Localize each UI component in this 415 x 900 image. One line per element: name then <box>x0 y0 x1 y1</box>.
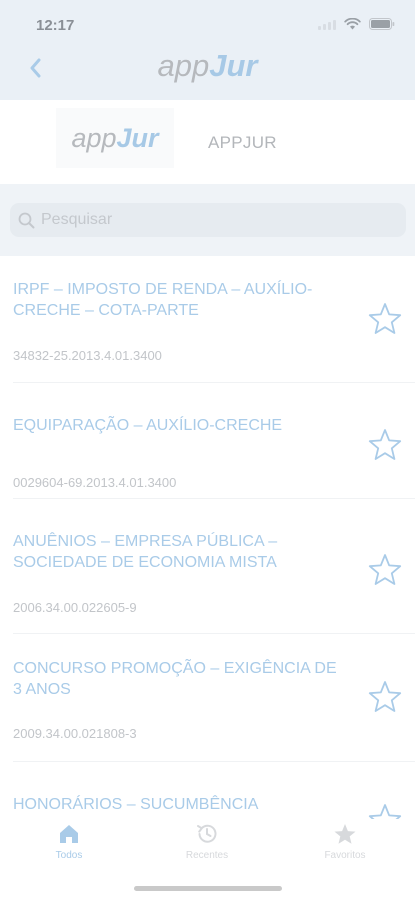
brand-logo: app Jur <box>56 108 174 168</box>
tab-recentes[interactable]: Recentes <box>138 819 276 869</box>
navigation-bar: app Jur <box>0 44 415 100</box>
search-input[interactable] <box>41 211 381 229</box>
item-title: ANUÊNIOS – EMPRESA PÚBLICA – SOCIEDADE D… <box>13 533 278 571</box>
tab-label: Recentes <box>185 850 229 861</box>
nav-logo: app Jur <box>0 48 415 84</box>
tab-favoritos[interactable]: Favoritos <box>276 819 414 869</box>
tab-todos[interactable]: Todos <box>0 819 138 869</box>
list-item[interactable]: HONORÁRIOS – SUCUMBÊNCIA <box>0 762 415 819</box>
star-icon[interactable] <box>367 427 403 463</box>
wifi-icon <box>344 18 361 30</box>
item-title: HONORÁRIOS – SUCUMBÊNCIA <box>13 796 259 813</box>
tab-label: Favoritos <box>324 850 366 861</box>
item-title: EQUIPARAÇÃO – AUXÍLIO-CRECHE <box>13 417 283 434</box>
star-icon[interactable] <box>367 301 403 337</box>
item-number: 2009.34.00.021808-3 <box>13 726 137 741</box>
star-icon[interactable] <box>367 679 403 715</box>
status-icons <box>318 18 395 30</box>
brand-logo-app-text: app <box>71 122 117 153</box>
item-number: 2006.34.00.022605-9 <box>13 600 137 615</box>
search-icon <box>18 212 35 228</box>
history-icon <box>197 824 217 843</box>
status-bar: 12:17 <box>0 0 415 44</box>
search-area <box>0 184 415 256</box>
list-item[interactable]: IRPF – IMPOSTO DE RENDA – AUXÍLIO-CRECHE… <box>0 256 415 383</box>
list-item[interactable]: EQUIPARAÇÃO – AUXÍLIO-CRECHE 0029604-69.… <box>0 383 415 499</box>
star-icon <box>334 824 356 844</box>
home-indicator <box>134 886 282 891</box>
logo-app-text: app <box>157 48 210 83</box>
item-number: 34832-25.2013.4.01.3400 <box>13 348 162 363</box>
status-time: 12:17 <box>36 17 75 34</box>
brand-label: APPJUR <box>208 133 277 152</box>
brand-logo-jur-text: Jur <box>116 122 159 153</box>
item-number: 0029604-69.2013.4.01.3400 <box>13 475 177 490</box>
decision-list: IRPF – IMPOSTO DE RENDA – AUXÍLIO-CRECHE… <box>0 256 415 819</box>
star-icon[interactable] <box>367 802 403 819</box>
item-title: IRPF – IMPOSTO DE RENDA – AUXÍLIO-CRECHE… <box>13 281 313 319</box>
battery-icon <box>369 18 395 30</box>
tab-label: Todos <box>55 850 83 861</box>
logo-jur-text: Jur <box>209 48 258 83</box>
home-icon <box>60 825 78 843</box>
cellular-signal-icon <box>318 19 336 30</box>
search-field[interactable] <box>10 203 406 237</box>
list-item[interactable]: ANUÊNIOS – EMPRESA PÚBLICA – SOCIEDADE D… <box>0 499 415 634</box>
brand-strip: app Jur APPJUR <box>0 100 415 184</box>
star-icon[interactable] <box>367 552 403 588</box>
list-item[interactable]: CONCURSO PROMOÇÃO – EXIGÊNCIA DE 3 ANOS … <box>0 634 415 762</box>
item-title: CONCURSO PROMOÇÃO – EXIGÊNCIA DE 3 ANOS <box>13 660 337 698</box>
